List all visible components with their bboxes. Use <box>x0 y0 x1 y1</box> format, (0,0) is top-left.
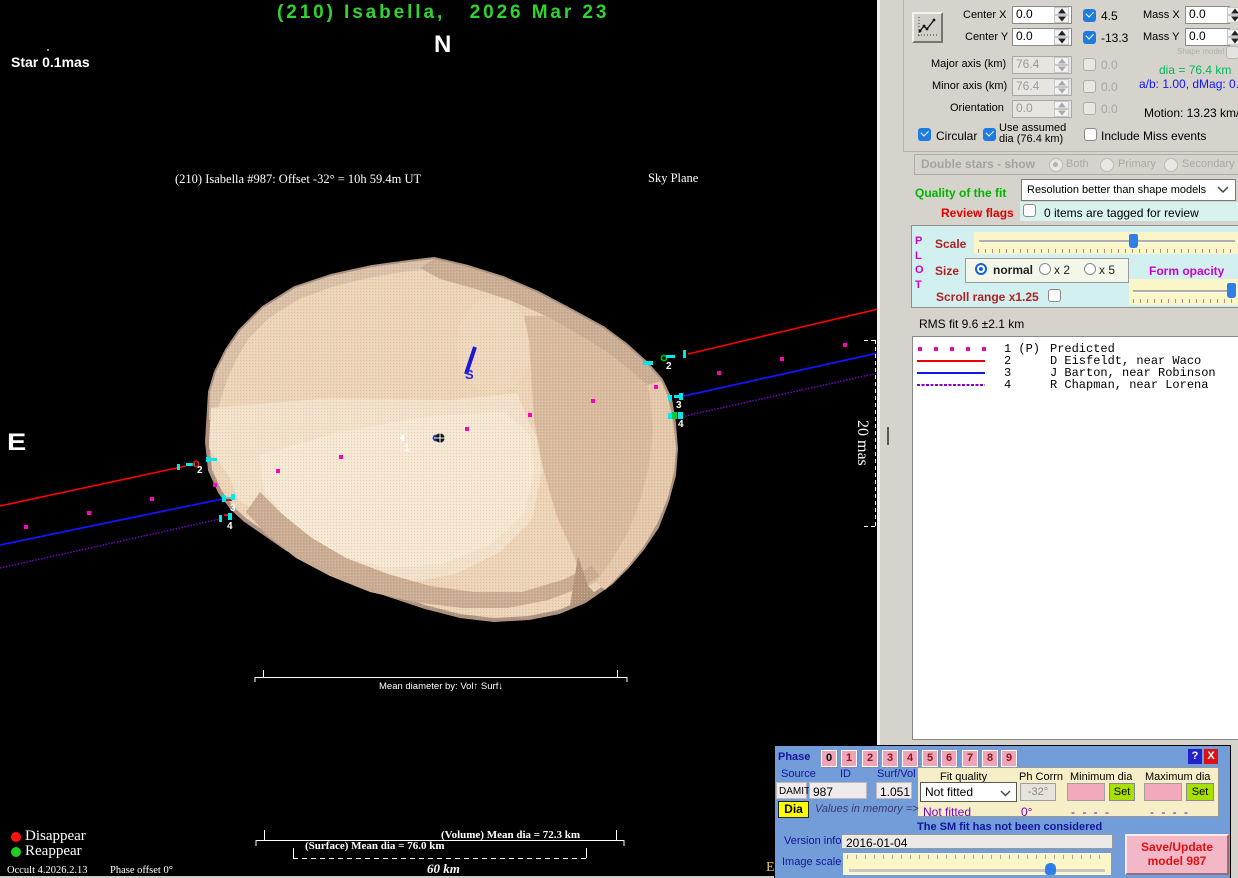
svg-text:S: S <box>465 367 474 382</box>
